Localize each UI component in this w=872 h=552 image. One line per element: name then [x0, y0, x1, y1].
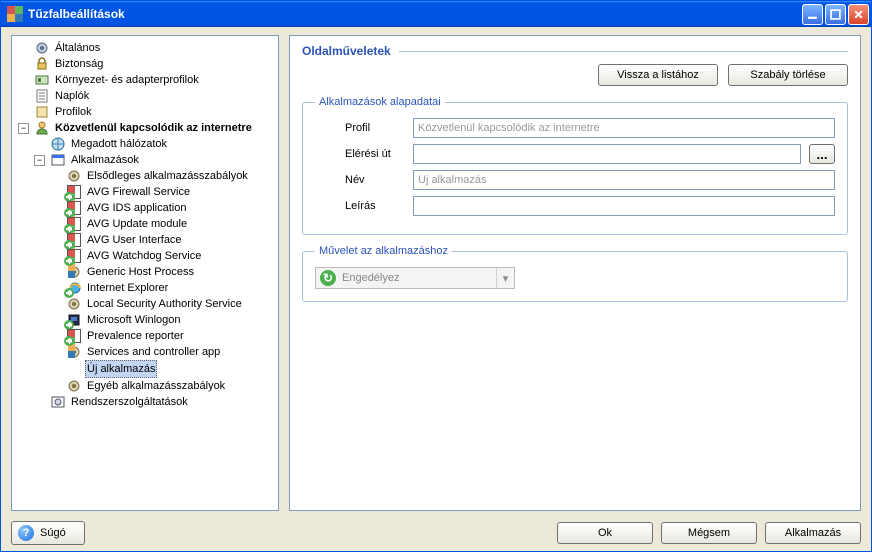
description-label: Leírás: [315, 200, 405, 212]
tree-item-avg-firewall[interactable]: AVG Firewall Service: [48, 184, 278, 200]
application-basedata-group: Alkalmazások alapadatai Profil Elérési ú…: [302, 96, 848, 235]
winlogon-icon: [66, 312, 82, 328]
gear-icon: [66, 378, 82, 394]
minimize-button[interactable]: [802, 4, 823, 25]
back-to-list-button[interactable]: Vissza a listához: [598, 64, 718, 86]
tree-item-winlogon[interactable]: Microsoft Winlogon: [48, 312, 278, 328]
gear-icon: [34, 40, 50, 56]
close-button[interactable]: [848, 4, 869, 25]
gear-icon: [66, 296, 82, 312]
tree-item-avg-watchdog[interactable]: AVG Watchdog Service: [48, 248, 278, 264]
avg-icon: [66, 200, 82, 216]
avg-icon: [66, 216, 82, 232]
description-field[interactable]: [413, 196, 835, 216]
tree-item-prevalence[interactable]: Prevalence reporter: [48, 328, 278, 344]
tree-item-other-rules[interactable]: Egyéb alkalmazásszabályok: [48, 378, 278, 394]
application-basedata-legend: Alkalmazások alapadatai: [315, 96, 445, 108]
avg-icon: [66, 232, 82, 248]
blank-icon: [66, 361, 82, 377]
tree-item-logs[interactable]: Naplók: [16, 88, 278, 104]
globe-icon: [50, 136, 66, 152]
cancel-button[interactable]: Mégsem: [661, 522, 757, 544]
action-select[interactable]: ↻ Engedélyez ▾: [315, 267, 515, 289]
path-field[interactable]: [413, 144, 801, 164]
network-card-icon: [34, 72, 50, 88]
profile-icon: [34, 104, 50, 120]
tree-item-avg-ui[interactable]: AVG User Interface: [48, 232, 278, 248]
help-button[interactable]: ? Súgó: [11, 521, 85, 545]
divider: [399, 51, 848, 52]
gear-icon: [66, 168, 82, 184]
collapse-icon[interactable]: −: [34, 155, 45, 166]
lock-icon: [34, 56, 50, 72]
application-action-legend: Művelet az alkalmazáshoz: [315, 245, 452, 257]
help-button-label: Súgó: [40, 527, 66, 539]
content-area: Általános Biztonság Környezet- és adapte…: [1, 27, 871, 551]
detail-panel: Oldalműveletek Vissza a listához Szabály…: [289, 35, 861, 511]
application-action-group: Művelet az alkalmazáshoz ↻ Engedélyez ▾: [302, 245, 848, 302]
avg-icon: [66, 248, 82, 264]
delete-rule-button[interactable]: Szabály törlése: [728, 64, 848, 86]
avg-icon: [66, 328, 82, 344]
help-icon: ?: [18, 525, 34, 541]
tree-item-profiles-adapter[interactable]: Környezet- és adapterprofilok: [16, 72, 278, 88]
collapse-icon[interactable]: −: [18, 123, 29, 134]
tree-item-new-application[interactable]: Új alkalmazás: [48, 360, 278, 378]
chevron-down-icon: ▾: [496, 268, 514, 288]
allow-icon: ↻: [320, 270, 336, 286]
tree-item-generic-host[interactable]: Generic Host Process: [48, 264, 278, 280]
action-select-value: Engedélyez: [340, 272, 496, 284]
tree-item-system-services[interactable]: Rendszerszolgáltatások: [32, 394, 278, 410]
titlebar[interactable]: Tűzfalbeállítások: [1, 1, 871, 27]
services-icon: [50, 394, 66, 410]
ok-button[interactable]: Ok: [557, 522, 653, 544]
ie-icon: [66, 280, 82, 296]
tree-item-primary-rules[interactable]: Elsődleges alkalmazásszabályok: [48, 168, 278, 184]
tree-item-applications[interactable]: − Alkalmazások: [32, 152, 278, 168]
maximize-button[interactable]: [825, 4, 846, 25]
dialog-button-bar: ? Súgó Ok Mégsem Alkalmazás: [11, 517, 861, 545]
name-field[interactable]: [413, 170, 835, 190]
tree-item-direct-internet[interactable]: − Közvetlenül kapcsolódik az internetre: [16, 120, 278, 136]
navigation-tree[interactable]: Általános Biztonság Környezet- és adapte…: [11, 35, 279, 511]
tree-item-defined-networks[interactable]: Megadott hálózatok: [32, 136, 278, 152]
window-title: Tűzfalbeállítások: [28, 7, 802, 21]
tree-item-avg-update[interactable]: AVG Update module: [48, 216, 278, 232]
firewall-settings-window: Tűzfalbeállítások Általános Biztonság Kö…: [0, 0, 872, 552]
name-label: Név: [315, 174, 405, 186]
path-label: Elérési út: [315, 148, 405, 160]
tree-item-lsas[interactable]: Local Security Authority Service: [48, 296, 278, 312]
tree-item-avg-ids[interactable]: AVG IDS application: [48, 200, 278, 216]
log-icon: [34, 88, 50, 104]
app-icon: [7, 6, 23, 22]
page-operations-title: Oldalműveletek: [302, 44, 391, 58]
window-icon: [50, 152, 66, 168]
tree-item-ie[interactable]: Internet Explorer: [48, 280, 278, 296]
profile-label: Profil: [315, 122, 405, 134]
tree-item-services-ctrl[interactable]: Services and controller app: [48, 344, 278, 360]
user-icon: [34, 120, 50, 136]
tree-item-profiles[interactable]: Profilok: [16, 104, 278, 120]
avg-icon: [66, 184, 82, 200]
browse-button[interactable]: ...: [809, 144, 835, 164]
tree-item-general[interactable]: Általános: [16, 40, 278, 56]
apply-button[interactable]: Alkalmazás: [765, 522, 861, 544]
tree-item-security[interactable]: Biztonság: [16, 56, 278, 72]
profile-field: [413, 118, 835, 138]
